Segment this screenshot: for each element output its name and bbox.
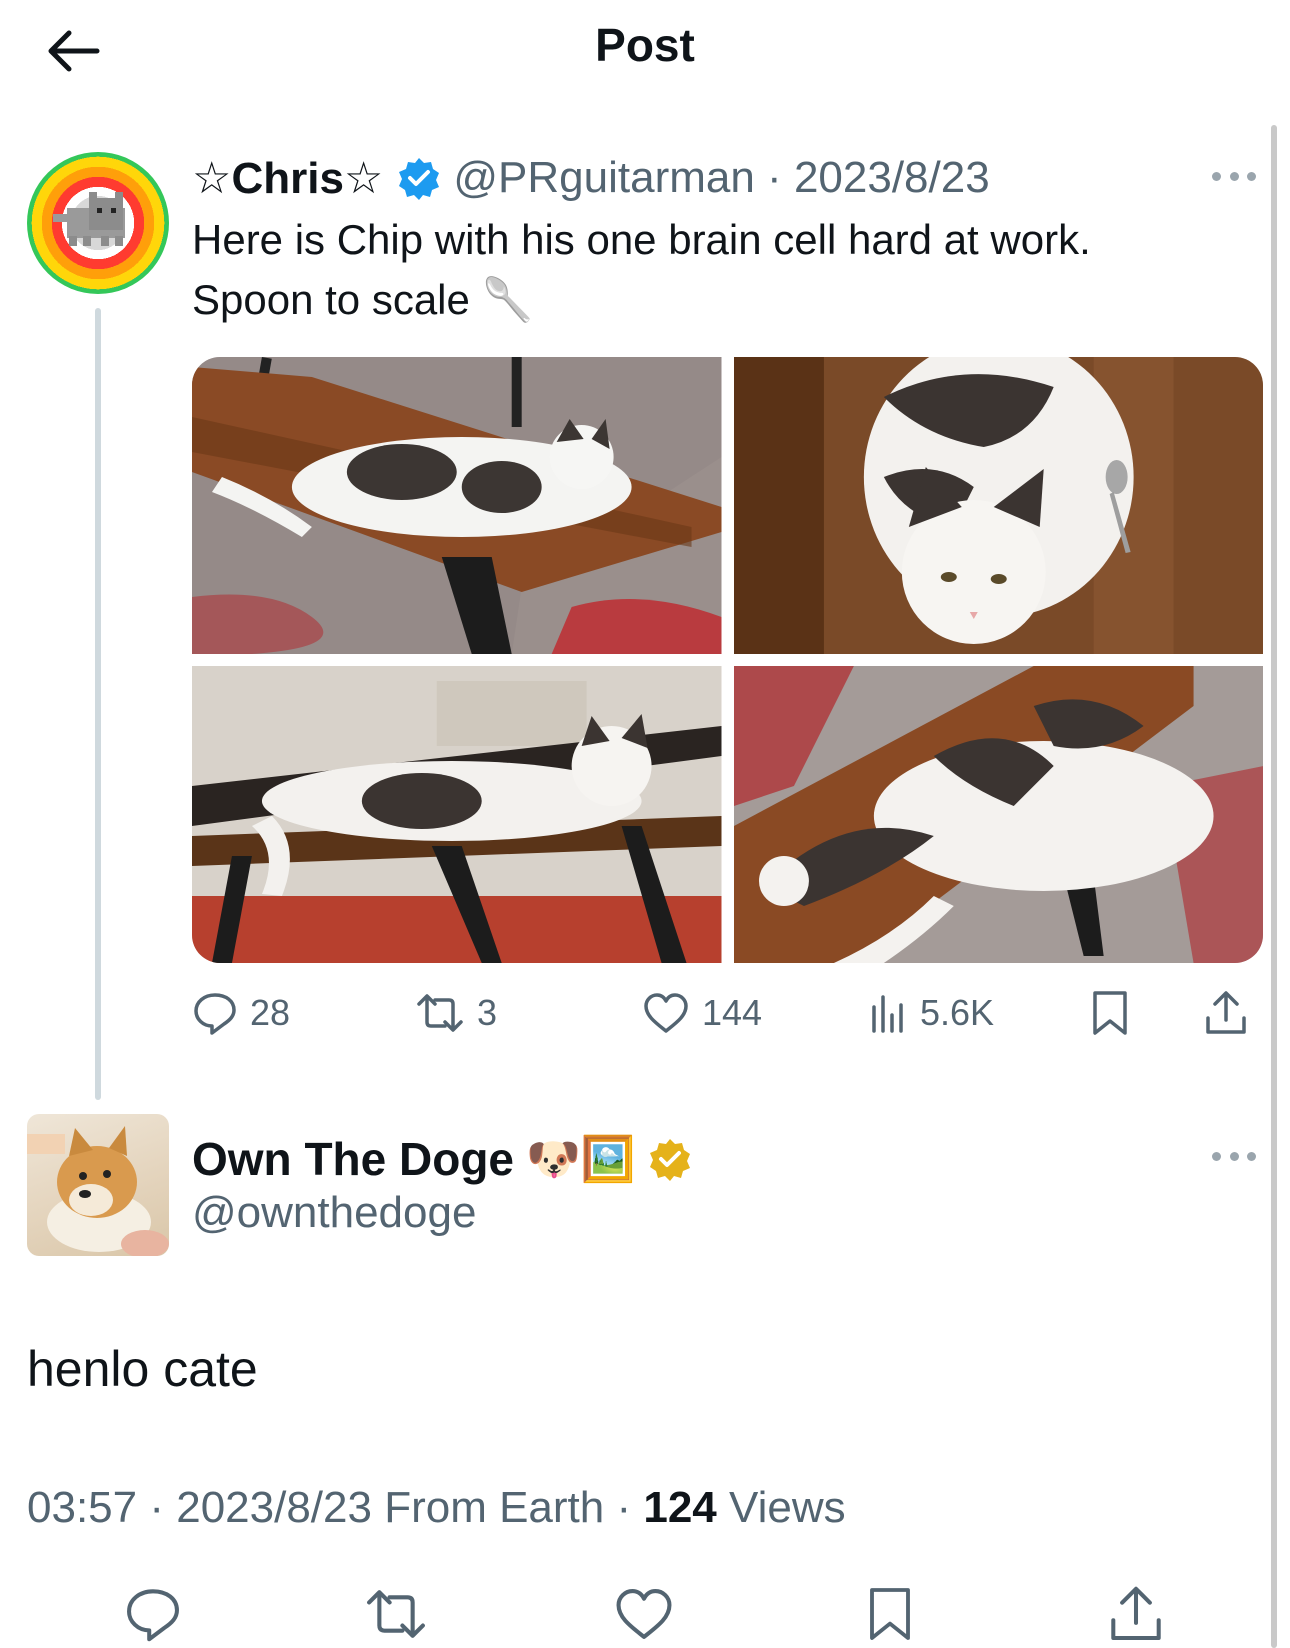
heart-icon	[616, 1589, 672, 1639]
avatar[interactable]	[27, 1114, 169, 1256]
share-icon	[1111, 1586, 1161, 1640]
post-header: ☆Chris☆ @PRguitarman · 2023/8/23	[192, 148, 990, 208]
bookmark-button[interactable]	[862, 1580, 918, 1648]
post-actions: 28 3 144 5.6K	[192, 985, 1272, 1041]
views-label: Views	[729, 1483, 846, 1532]
reply-button[interactable]	[118, 1580, 188, 1648]
cat-on-bench-photo[interactable]	[192, 357, 722, 654]
views-count: 124	[643, 1483, 717, 1532]
post-text-line: Spoon to scale 🥄	[192, 276, 534, 323]
post-metadata: 03:57 · 2023/8/23 From Earth · 124 Views	[27, 1483, 846, 1533]
post-actions	[0, 1580, 1290, 1648]
post-author-row: Own The Doge 🐶🖼️	[192, 1127, 692, 1191]
reply-button[interactable]: 28	[192, 985, 290, 1041]
reply-icon	[127, 1589, 179, 1642]
repost-button[interactable]: 3	[415, 985, 497, 1041]
cat-with-spoon-photo[interactable]	[733, 357, 1263, 654]
heart-icon	[644, 993, 688, 1033]
views-chart-icon	[872, 995, 903, 1033]
handle[interactable]: @PRguitarman	[453, 153, 754, 203]
post-source: From Earth	[384, 1483, 605, 1532]
bookmark-icon	[870, 1588, 910, 1640]
thread-line	[95, 308, 101, 1100]
repost-icon	[367, 1590, 425, 1638]
post-time[interactable]: 03:57	[27, 1483, 137, 1532]
doge-avatar-icon	[27, 1126, 169, 1256]
display-name[interactable]: ☆Chris☆	[192, 153, 383, 204]
separator-dot: ·	[604, 1483, 644, 1532]
like-button[interactable]	[608, 1580, 680, 1648]
display-name[interactable]: Own The Doge	[192, 1132, 514, 1186]
name-emojis: 🐶🖼️	[526, 1135, 636, 1184]
post-date[interactable]: 2023/8/23	[176, 1483, 372, 1532]
separator-dot: ·	[137, 1483, 177, 1532]
views-button[interactable]: 5.6K	[868, 985, 994, 1041]
more-options-icon[interactable]	[1212, 166, 1256, 186]
cat-lying-photo[interactable]	[733, 666, 1263, 963]
repost-icon	[417, 994, 463, 1032]
reply-icon	[194, 993, 236, 1035]
reply-count: 28	[250, 992, 291, 1033]
handle[interactable]: @ownthedoge	[192, 1188, 476, 1238]
page-title: Post	[595, 19, 695, 71]
bookmark-icon	[1093, 991, 1127, 1035]
post-text: henlo cate	[27, 1341, 258, 1397]
gold-verified-icon	[649, 1139, 690, 1181]
bookmark-button[interactable]	[1090, 985, 1130, 1041]
post-text: Here is Chip with his one brain cell har…	[192, 210, 1252, 330]
pixel-cat-icon	[53, 192, 125, 246]
view-count: 5.6K	[920, 992, 995, 1033]
avatar[interactable]	[27, 152, 169, 294]
like-button[interactable]: 144	[642, 985, 762, 1041]
share-icon	[1206, 991, 1246, 1034]
blue-verified-icon	[399, 158, 440, 200]
share-button[interactable]	[1204, 985, 1248, 1041]
separator-dot: ·	[754, 153, 794, 202]
media-grid	[192, 357, 1263, 963]
scrollbar[interactable]	[1271, 125, 1277, 1648]
cat-on-table-photo[interactable]	[192, 666, 722, 963]
share-button[interactable]	[1104, 1580, 1168, 1648]
repost-count: 3	[477, 992, 498, 1033]
more-options-icon[interactable]	[1212, 1146, 1256, 1166]
post-date[interactable]: 2023/8/23	[794, 153, 990, 203]
post-text-line: Here is Chip with his one brain cell har…	[192, 216, 1091, 263]
repost-button[interactable]	[358, 1580, 434, 1648]
like-count: 144	[702, 992, 763, 1033]
